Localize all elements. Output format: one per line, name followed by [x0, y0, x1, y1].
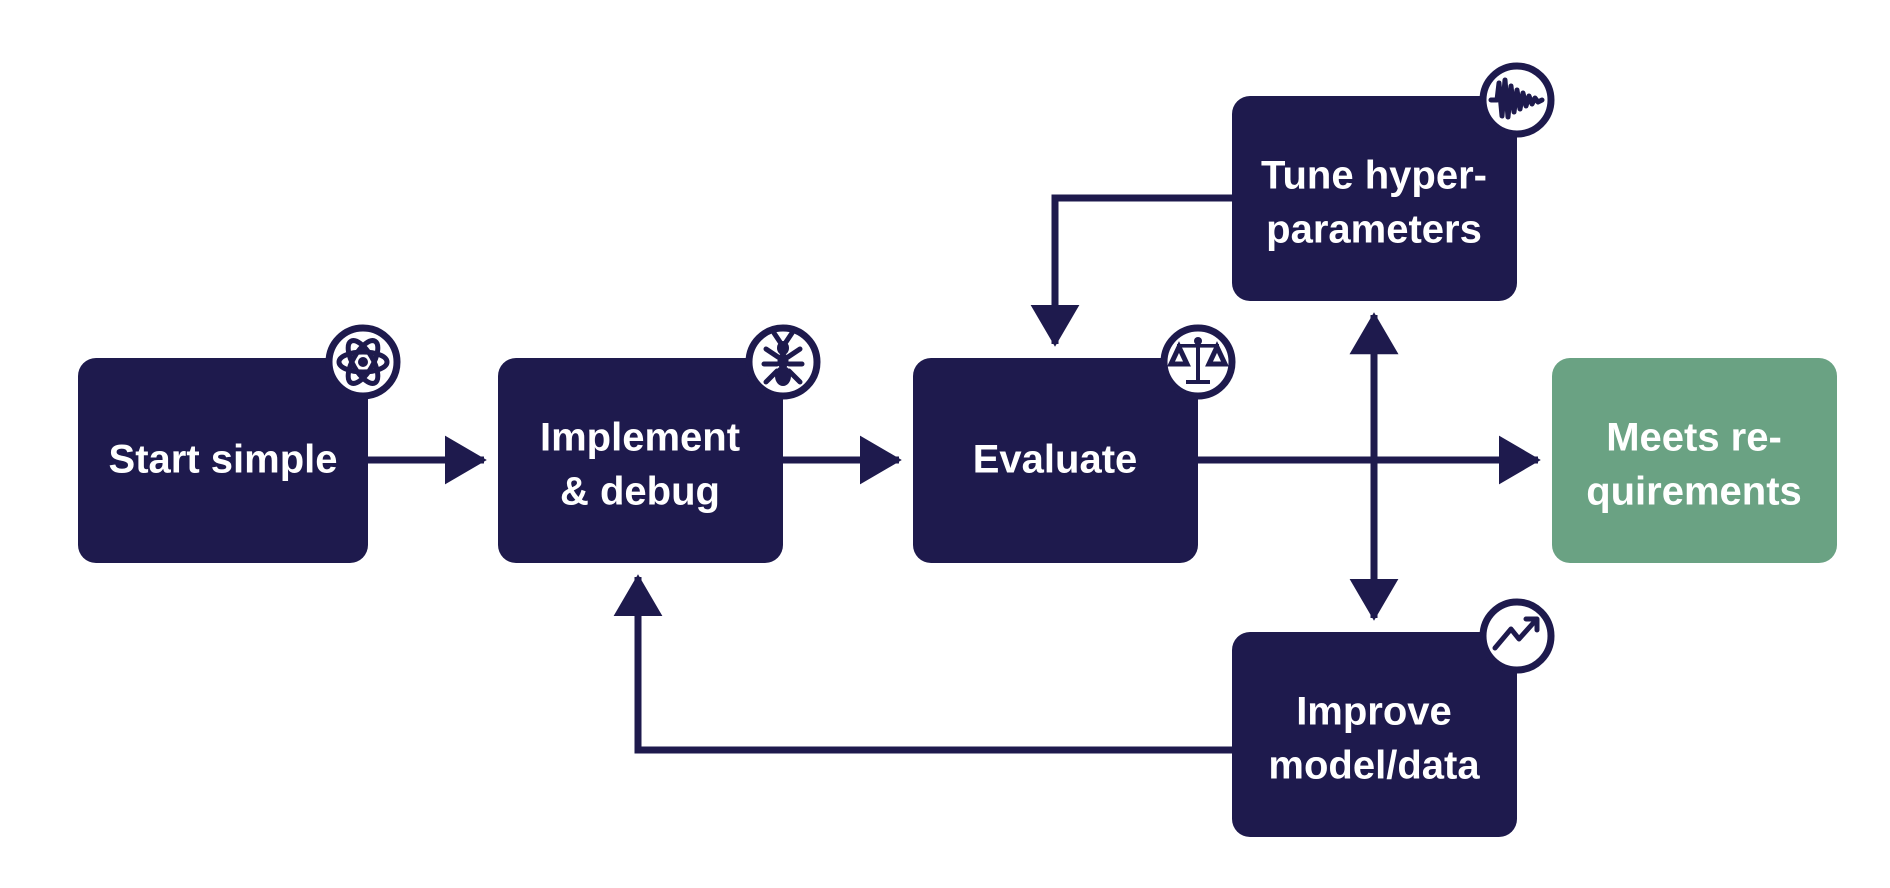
atom-icon — [325, 324, 401, 400]
balance-scales-icon — [1160, 324, 1236, 400]
node-label-tune-hyperparameters-line2: parameters — [1266, 208, 1482, 252]
edge-tune-to-evaluate — [1030, 194, 1232, 347]
node-label-improve-model-data-line1: Improve — [1296, 690, 1452, 734]
node-implement-debug[interactable]: Implement & debug — [498, 324, 821, 563]
flowchart-canvas: Start simple Implement & debug Evaluate … — [78, 62, 1837, 837]
node-label-evaluate: Evaluate — [973, 438, 1138, 482]
waveform-icon — [1479, 62, 1555, 138]
node-tune-hyperparameters[interactable]: Tune hyper- parameters — [1232, 62, 1555, 301]
node-label-implement-debug-line2: & debug — [560, 470, 720, 514]
ant-bug-icon — [745, 324, 821, 400]
edge-path-improve-to-implement — [613, 574, 1232, 754]
node-box-improve-model-data[interactable] — [1232, 632, 1517, 837]
node-start-simple[interactable]: Start simple — [78, 324, 401, 563]
node-label-implement-debug-line1: Implement — [540, 416, 740, 460]
node-label-improve-model-data-line2: model/data — [1268, 744, 1480, 788]
flowchart-diagram: Start simple Implement & debug Evaluate … — [0, 0, 1890, 888]
node-improve-model-data[interactable]: Improve model/data — [1232, 598, 1555, 837]
node-box-tune-hyperparameters[interactable] — [1232, 96, 1517, 301]
node-label-meets-requirements-line1: Meets re- — [1606, 416, 1782, 460]
node-label-start-simple: Start simple — [109, 438, 338, 482]
node-meets-requirements[interactable]: Meets re- quirements — [1552, 358, 1837, 563]
node-box-meets-requirements[interactable] — [1552, 358, 1837, 563]
node-label-meets-requirements-line2: quirements — [1586, 470, 1802, 514]
edge-path-tune-to-evaluate — [1030, 194, 1232, 347]
node-label-tune-hyperparameters-line1: Tune hyper- — [1261, 154, 1487, 198]
trend-up-chart-icon — [1479, 598, 1555, 674]
node-box-implement-debug[interactable] — [498, 358, 783, 563]
node-evaluate[interactable]: Evaluate — [913, 324, 1236, 563]
edge-improve-to-implement — [613, 574, 1232, 754]
